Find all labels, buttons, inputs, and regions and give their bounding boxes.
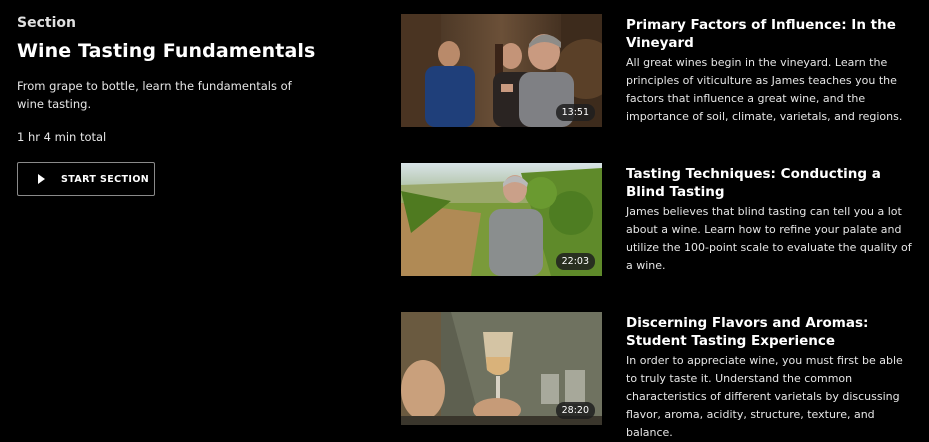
lesson-info: Discerning Flavors and Aromas: Student T… [626,314,916,442]
duration-badge: 13:51 [555,104,595,121]
section-title: Wine Tasting Fundamentals [17,40,316,62]
start-section-button[interactable]: START SECTION [17,162,155,196]
section-panel: Section Wine Tasting Fundamentals From g… [17,14,337,196]
start-section-label: START SECTION [61,173,150,185]
lesson-thumbnail[interactable]: 28:20 [401,312,602,425]
lesson-info: Tasting Techniques: Conducting a Blind T… [626,165,916,275]
lesson-info: Primary Factors of Influence: In the Vin… [626,16,916,126]
lesson-description: James believes that blind tasting can te… [626,205,912,272]
duration-badge: 22:03 [555,253,595,270]
lesson-description: All great wines begin in the vineyard. L… [626,56,903,123]
play-icon [38,174,45,184]
duration-badge: 28:20 [555,402,595,419]
lesson-thumbnail[interactable]: 13:51 [401,14,602,127]
lesson-title[interactable]: Discerning Flavors and Aromas: Student T… [626,314,916,350]
lesson-item[interactable]: 28:20 Discerning Flavors and Aromas: Stu… [401,312,921,440]
section-total-duration: 1 hr 4 min total [17,130,107,144]
section-eyebrow: Section [17,15,76,31]
lesson-item[interactable]: 22:03 Tasting Techniques: Conducting a B… [401,163,921,291]
lesson-title[interactable]: Tasting Techniques: Conducting a Blind T… [626,165,916,201]
section-description: From grape to bottle, learn the fundamen… [17,79,292,111]
lesson-thumbnail[interactable]: 22:03 [401,163,602,276]
lesson-description: In order to appreciate wine, you must fi… [626,354,903,439]
lesson-title[interactable]: Primary Factors of Influence: In the Vin… [626,16,916,52]
lesson-item[interactable]: 13:51 Primary Factors of Influence: In t… [401,14,921,142]
